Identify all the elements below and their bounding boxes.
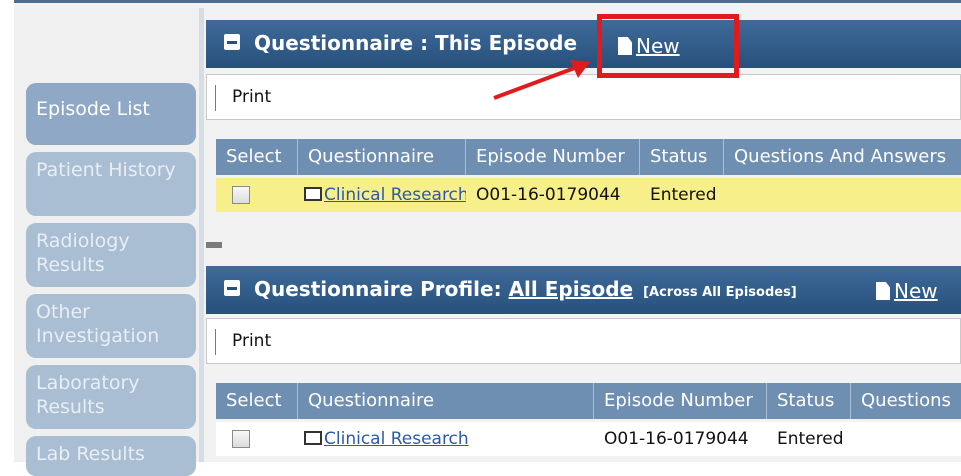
column-header-episode-number[interactable]: Episode Number xyxy=(466,139,640,175)
toolbar-separator xyxy=(215,329,216,355)
sidebar-item-laboratory-results[interactable]: Laboratory Results xyxy=(26,365,196,429)
select-cell xyxy=(216,422,298,456)
sidebar-item-episode-list[interactable]: Episode List xyxy=(26,83,196,145)
toolbar: Print xyxy=(206,318,961,364)
column-header-questions-and-answers[interactable]: Questions And Answers xyxy=(724,139,961,175)
questions-and-answers-cell xyxy=(724,178,961,212)
red-arrow-icon xyxy=(493,60,590,100)
column-header-status[interactable]: Status xyxy=(640,139,724,175)
episode-number-cell: O01-16-0179044 xyxy=(476,185,621,205)
row-checkbox[interactable] xyxy=(232,430,250,448)
section-title: Questionnaire Profile: All Episode [Acros… xyxy=(254,277,797,301)
row-checkbox[interactable] xyxy=(232,186,250,204)
print-button[interactable]: Print xyxy=(232,331,271,351)
column-header-questionnaire[interactable]: Questionnaire xyxy=(298,139,466,175)
sidebar-item-label: Patient History xyxy=(36,159,176,181)
sidebar-item-patient-history[interactable]: Patient History xyxy=(26,152,196,216)
sidebar-item-other-investigation[interactable]: Other Investigation xyxy=(26,294,196,358)
episode-number-cell: O01-16-0179044 xyxy=(604,429,749,449)
questionnaire-cell: Clinical Research xyxy=(298,422,594,456)
section-header-profile: Questionnaire Profile: All Episode [Acros… xyxy=(206,266,961,314)
highlight-box xyxy=(597,14,739,78)
new-link-label: New xyxy=(894,279,938,303)
sidebar-item-radiology-results[interactable]: Radiology Results xyxy=(26,223,196,287)
column-header-select[interactable]: Select xyxy=(216,383,298,419)
top-border xyxy=(14,0,961,8)
questionnaire-cell: Clinical Research xyxy=(298,178,466,212)
questionnaire-icon xyxy=(304,187,322,201)
questionnaire-icon xyxy=(304,431,322,445)
column-header-status[interactable]: Status xyxy=(767,383,851,419)
column-header-questions[interactable]: Questions xyxy=(851,383,961,419)
select-cell xyxy=(216,178,298,212)
status-cell: Entered xyxy=(650,185,717,205)
document-icon xyxy=(876,282,890,300)
table-row[interactable]: Clinical Research O01-16-0179044 Entered xyxy=(216,178,961,212)
toolbar-separator xyxy=(215,85,216,111)
collapse-icon[interactable] xyxy=(224,34,240,50)
status-cell: Entered xyxy=(777,429,844,449)
sidebar-item-label: Other Investigation xyxy=(36,301,160,347)
section-note: [Across All Episodes] xyxy=(643,285,797,300)
column-header-episode-number[interactable]: Episode Number xyxy=(594,383,767,419)
section-title: Questionnaire : This Episode xyxy=(254,31,578,55)
column-header-questionnaire[interactable]: Questionnaire xyxy=(298,383,594,419)
column-header-select[interactable]: Select xyxy=(216,139,298,175)
collapse-icon[interactable] xyxy=(224,280,240,296)
sidebar-item-lab-results[interactable]: Lab Results xyxy=(26,436,196,476)
table-header: Select Questionnaire Episode Number Stat… xyxy=(216,383,961,419)
sidebar-item-label: Radiology Results xyxy=(36,230,130,276)
section-title-prefix: Questionnaire Profile: xyxy=(254,277,502,301)
questions-cell xyxy=(851,422,961,456)
splitter-handle[interactable] xyxy=(206,242,222,248)
new-link[interactable]: New xyxy=(876,279,938,303)
sidebar-item-label: Episode List xyxy=(36,98,150,120)
questionnaire-link[interactable]: Clinical Research xyxy=(324,429,469,449)
all-episode-link[interactable]: All Episode xyxy=(509,277,634,301)
questionnaire-link[interactable]: Clinical Research xyxy=(324,185,466,205)
table-row[interactable]: Clinical Research O01-16-0179044 Entered xyxy=(216,422,961,456)
print-button[interactable]: Print xyxy=(232,87,271,107)
sidebar-item-label: Laboratory Results xyxy=(36,372,140,418)
table-header: Select Questionnaire Episode Number Stat… xyxy=(216,139,961,175)
